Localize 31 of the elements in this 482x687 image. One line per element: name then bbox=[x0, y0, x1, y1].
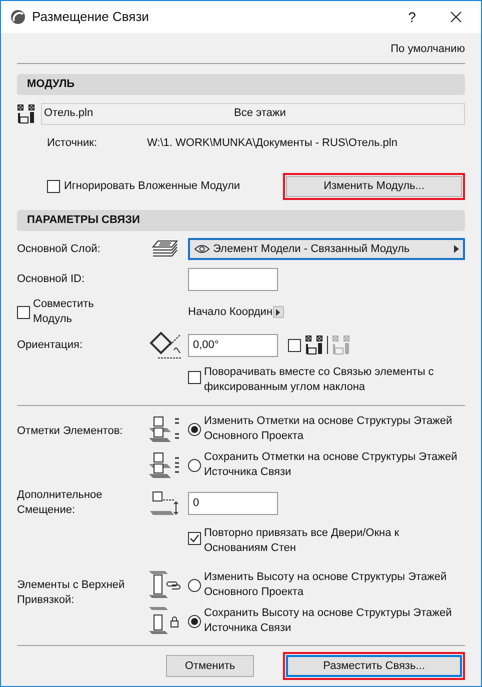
radio-label: Изменить Высоту на основе Структуры Этажей Основного Проекта bbox=[204, 570, 448, 600]
layer-value: Элемент Модели - Связанный Модуль bbox=[213, 242, 411, 257]
origin-label: Начало Координ bbox=[188, 304, 273, 320]
field-label: Ориентация: bbox=[17, 338, 84, 353]
defaults-link[interactable]: По умолчанию bbox=[390, 41, 465, 58]
section-header: ПАРАМЕТРЫ СВЯЗИ bbox=[17, 210, 465, 231]
orientation-input-field[interactable]: 0,00° bbox=[188, 334, 278, 356]
source-label: Источник: bbox=[47, 136, 98, 150]
field-label: Отметки Элементов: bbox=[17, 424, 124, 439]
radio-label: Изменить Отметки на основе Структуры Этажей Основного Проекта bbox=[204, 414, 454, 444]
checkbox-label: Игнорировать Вложенные Модули bbox=[64, 179, 240, 194]
field-label: Основной ID: bbox=[17, 272, 86, 288]
change-module-button[interactable]: Изменить Модуль... bbox=[286, 176, 462, 197]
module-stories: Все этажи bbox=[234, 106, 286, 122]
section-header: МОДУЛЬ bbox=[17, 74, 465, 94]
radio-label: Сохранить Высоту на основе Структуры Этажей Источника Связи bbox=[204, 606, 453, 636]
layer-dropdown[interactable]: Элемент Модели - Связанный Модуль bbox=[188, 238, 465, 260]
source-path: W:\1. WORK\MUNKA\Документы - RUS\Отель.pln bbox=[147, 136, 398, 150]
checkbox-label: Повторно привязать все Двери/Окна к Основаниям Стен bbox=[204, 526, 400, 556]
field-label: Дополнительное Смещение: bbox=[17, 488, 104, 518]
offset-input-field[interactable]: 0 bbox=[188, 492, 278, 514]
window-title: Размещение Связи bbox=[32, 8, 150, 26]
checkbox-label: Поворачивать вместе со Связью элементы с фиксированным углом наклона bbox=[204, 365, 435, 395]
field-label: Элементы с Верхней Привязкой: bbox=[17, 578, 126, 608]
field-label: Основной Слой: bbox=[17, 242, 102, 257]
checkbox-label: Совместить Модуль bbox=[33, 297, 95, 327]
dialog-button[interactable]: Отменить bbox=[166, 655, 254, 677]
module-file-name: Отель.pln bbox=[44, 106, 94, 122]
help-button[interactable]: ? bbox=[390, 6, 434, 28]
dialog-button[interactable]: Разместить Связь... bbox=[286, 655, 462, 677]
radio-label: Сохранить Отметки на основе Структуры Этажей Источника Связи bbox=[204, 450, 458, 480]
